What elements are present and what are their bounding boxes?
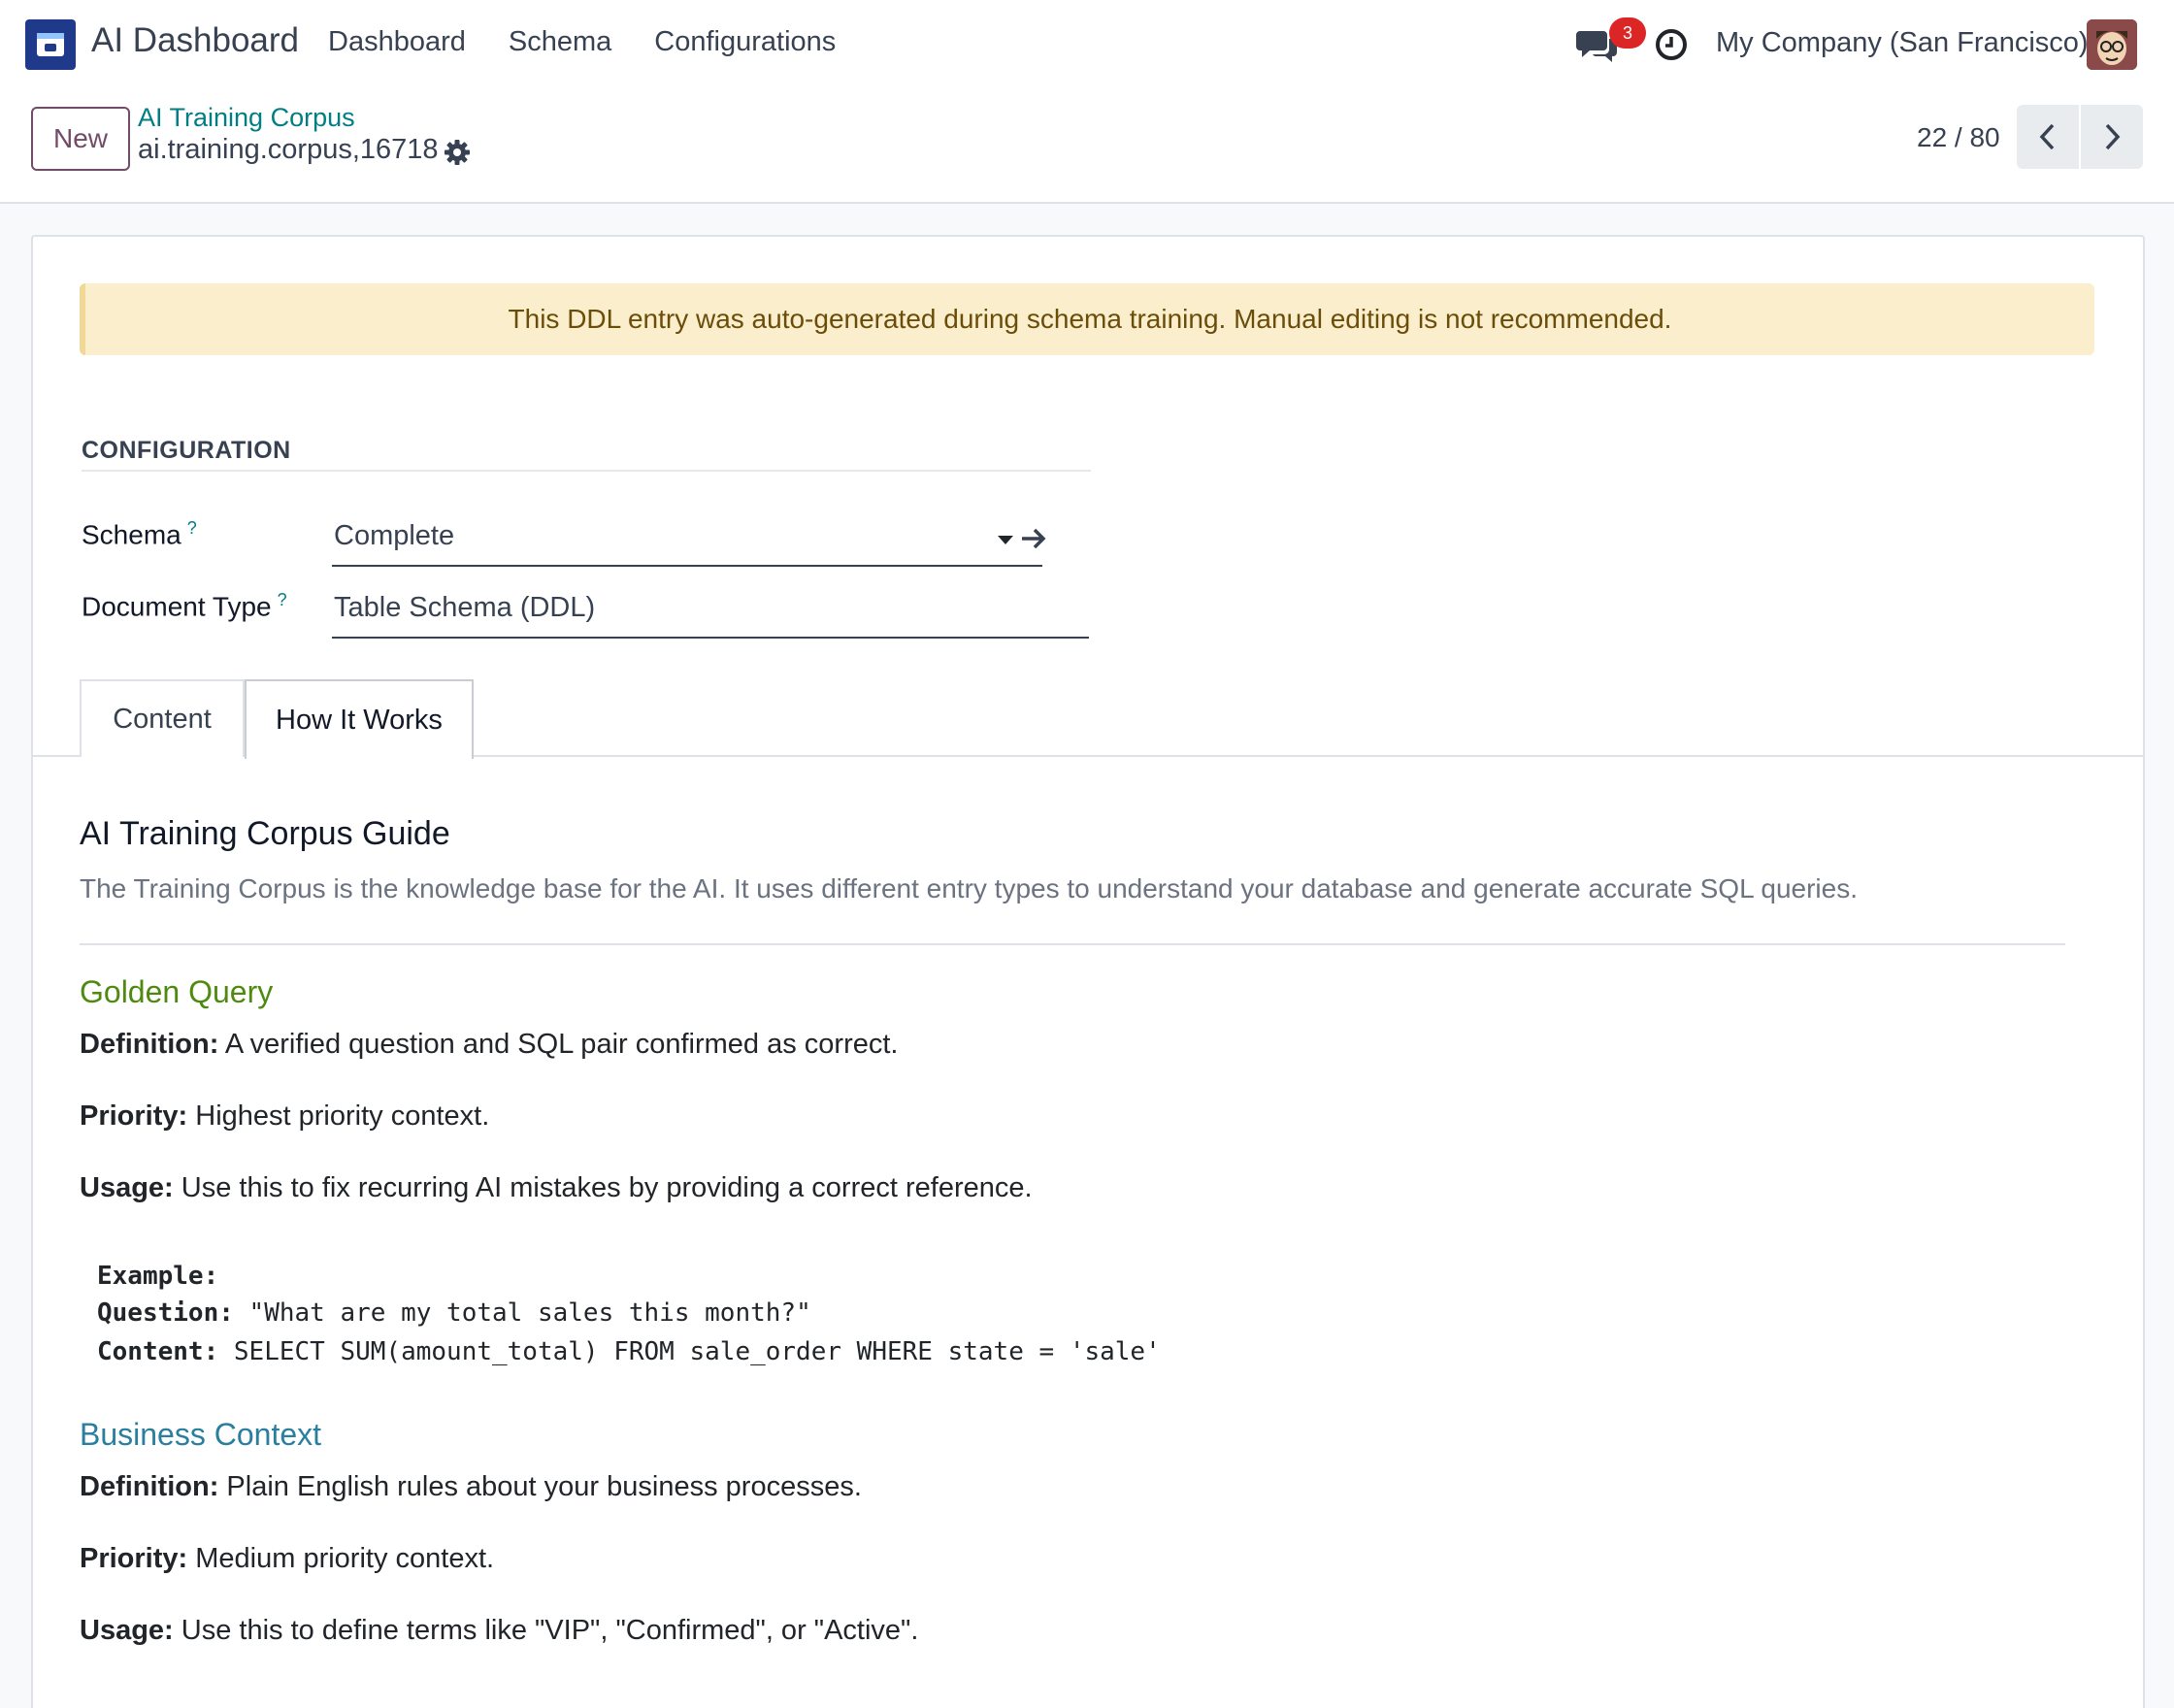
business-priority: Priority: Medium priority context. [80, 1543, 494, 1575]
pager-previous-button[interactable] [2017, 105, 2079, 169]
question-text: "What are my total sales this month?" [233, 1298, 811, 1328]
example-label: Example: [97, 1262, 219, 1291]
usage-label: Usage: [80, 1172, 174, 1203]
app-name[interactable]: AI Dashboard [91, 21, 299, 60]
usage-text: Use this to fix recurring AI mistakes by… [173, 1172, 1033, 1203]
document-type-label: Document Type? [82, 590, 287, 622]
example-question: Question: "What are my total sales this … [97, 1298, 811, 1328]
content-label: Content: [97, 1337, 219, 1366]
new-button[interactable]: New [31, 107, 130, 171]
example-heading: Example: [97, 1262, 218, 1291]
document-type-field[interactable]: Table Schema (DDL) [332, 592, 1089, 639]
gear-icon[interactable] [443, 138, 472, 167]
definition-text: Plain English rules about your business … [218, 1471, 862, 1502]
app-icon[interactable] [25, 19, 76, 70]
priority-text: Highest priority context. [187, 1100, 490, 1132]
section-title: CONFIGURATION [82, 437, 291, 464]
tab-how-it-works[interactable]: How It Works [245, 679, 474, 759]
pager-value[interactable]: 22 / 80 [1917, 122, 2000, 153]
schema-select[interactable]: Complete [332, 520, 1042, 567]
dashboard-icon [37, 33, 64, 56]
pager-next-button[interactable] [2081, 105, 2143, 169]
menu-schema[interactable]: Schema [509, 26, 611, 58]
guide-title: AI Training Corpus Guide [80, 815, 450, 852]
usage-label: Usage: [80, 1615, 174, 1646]
guide-intro: The Training Corpus is the knowledge bas… [80, 873, 1859, 903]
chevron-left-icon [2039, 123, 2055, 150]
document-type-label-text: Document Type [82, 591, 272, 622]
definition-label: Definition: [80, 1471, 219, 1502]
golden-priority: Priority: Highest priority context. [80, 1100, 489, 1133]
business-usage: Usage: Use this to define terms like "VI… [80, 1615, 918, 1647]
arrow-right-icon[interactable] [1019, 524, 1048, 553]
chat-badge: 3 [1609, 17, 1646, 49]
priority-label: Priority: [80, 1543, 188, 1574]
navbar-systray: 3 My Company (San Francisco) [1495, 0, 2174, 89]
menu-dashboard[interactable]: Dashboard [328, 26, 466, 58]
golden-definition: Definition: A verified question and SQL … [80, 1029, 898, 1061]
menu-configurations[interactable]: Configurations [654, 26, 836, 58]
section-divider [82, 470, 1091, 472]
company-switcher[interactable]: My Company (San Francisco) [1716, 27, 2089, 59]
breadcrumb[interactable]: AI Training Corpus [138, 103, 355, 133]
priority-text: Medium priority context. [187, 1543, 495, 1574]
clock-icon[interactable] [1654, 27, 1689, 62]
help-tooltip-icon[interactable]: ? [278, 590, 287, 609]
chevron-right-icon [2105, 123, 2121, 150]
schema-label: Schema? [82, 518, 197, 550]
usage-text: Use this to define terms like "VIP", "Co… [173, 1615, 919, 1646]
tab-content[interactable]: Content [80, 679, 245, 757]
schema-value: Complete [334, 520, 455, 551]
document-type-value: Table Schema (DDL) [334, 592, 596, 623]
schema-label-text: Schema [82, 519, 181, 550]
business-definition: Definition: Plain English rules about yo… [80, 1471, 862, 1503]
user-avatar-icon [2087, 19, 2137, 70]
top-navbar: AI Dashboard Dashboard Schema Configurat… [0, 0, 2174, 89]
priority-label: Priority: [80, 1100, 188, 1132]
definition-text: A verified question and SQL pair confirm… [218, 1029, 899, 1060]
main-menu: Dashboard Schema Configurations [328, 26, 878, 58]
definition-label: Definition: [80, 1029, 219, 1060]
question-label: Question: [97, 1298, 234, 1328]
avatar[interactable] [2087, 19, 2137, 70]
example-content: Content: SELECT SUM(amount_total) FROM s… [97, 1337, 1161, 1366]
record-name: ai.training.corpus,16718 [138, 134, 439, 165]
guide-divider [80, 943, 2065, 945]
business-context-heading: Business Context [80, 1417, 322, 1452]
content-text: SELECT SUM(amount_total) FROM sale_order… [218, 1337, 1161, 1366]
golden-query-heading: Golden Query [80, 974, 274, 1009]
golden-usage: Usage: Use this to fix recurring AI mist… [80, 1172, 1033, 1204]
control-panel: New AI Training Corpus ai.training.corpu… [0, 89, 2174, 204]
caret-down-icon[interactable] [998, 536, 1013, 544]
warning-alert: This DDL entry was auto-generated during… [80, 283, 2094, 355]
help-tooltip-icon[interactable]: ? [187, 518, 197, 538]
